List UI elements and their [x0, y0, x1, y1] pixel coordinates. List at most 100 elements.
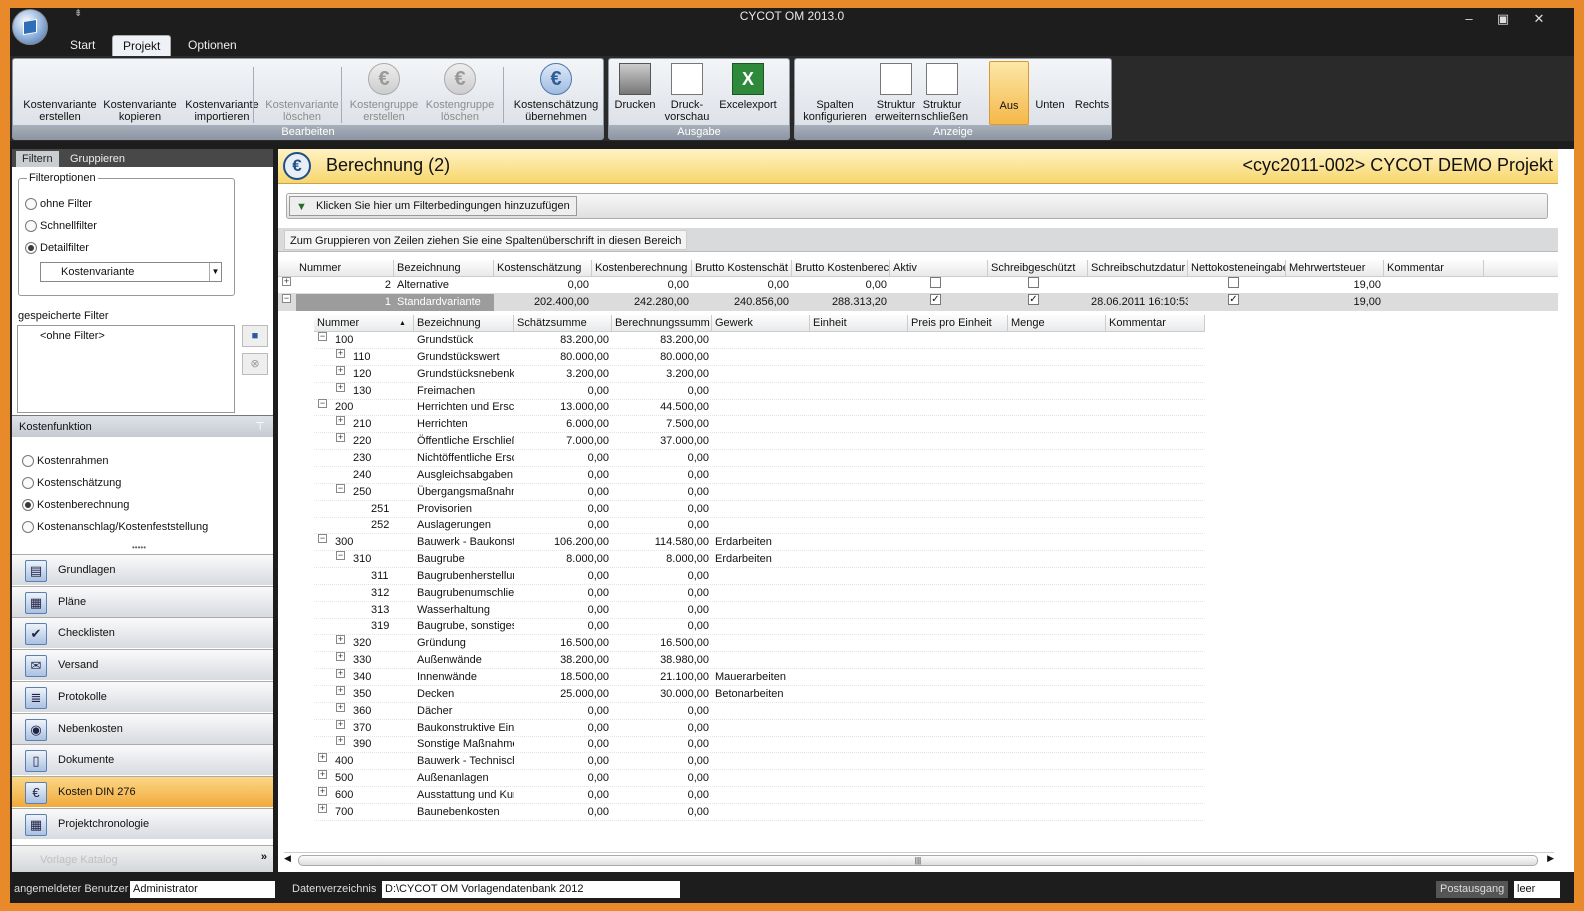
checkbox-aktiv[interactable] — [930, 277, 941, 288]
ribbon-button-kostenvariante-kopieren[interactable]: Kostenvariante kopieren — [101, 61, 179, 206]
column-header-0[interactable]: Nummer — [296, 260, 394, 277]
cost-group-row[interactable]: +500 Außenanlagen 0,00 0,00 — [314, 770, 1205, 788]
group-panel[interactable]: Zum Gruppieren von Zeilen ziehen Sie ein… — [278, 228, 1558, 252]
scroll-right-icon[interactable]: ▶ — [1547, 853, 1554, 864]
cost-group-row[interactable]: +400 Bauwerk - Technische Anlagen 0,00 0,00 — [314, 753, 1205, 771]
column-header-5[interactable]: Brutto Kostenberec — [792, 260, 890, 277]
subgrid-column-header-3[interactable]: Berechnungssumm — [612, 315, 712, 332]
radio-kostenfunktion-1[interactable]: Kostenschätzung — [22, 476, 121, 490]
cost-group-row[interactable]: 230 Nichtöffentliche Erschließung 0,00 0,00 — [314, 450, 1205, 467]
subgrid-column-header-7[interactable]: Menge — [1008, 315, 1106, 332]
ribbon-button-struktur-schließen[interactable]: Struktur schließen — [921, 61, 968, 125]
cost-group-row[interactable]: +360 Dächer 0,00 0,00 — [314, 702, 1205, 720]
ribbon-button-spalten-konfigurieren[interactable]: Spalten konfigurieren — [799, 61, 871, 206]
cost-group-row[interactable]: 312 Baugrubenumschließung 0,00 0,00 — [314, 585, 1205, 602]
expand-icon[interactable]: + — [336, 702, 345, 712]
expand-icon[interactable]: + — [336, 719, 345, 729]
checkbox-netto[interactable]: ✓ — [1228, 294, 1239, 305]
radio-schnellfilter[interactable]: Schnellfilter — [25, 219, 97, 233]
ribbon-button-rechts[interactable]: Rechts — [1071, 61, 1113, 206]
nav-item-protokolle[interactable]: ≣ Protokolle — [12, 680, 273, 712]
nav-item-kosten-din-276[interactable]: € Kosten DIN 276 — [12, 775, 273, 807]
expand-icon[interactable]: + — [318, 770, 327, 780]
ribbon-button-struktur-erweitern[interactable]: Struktur erweitern — [875, 61, 920, 125]
cost-group-row[interactable]: 319 Baugrube, sonstiges 0,00 0,00 — [314, 618, 1205, 636]
ribbon-button-kostenvariante-erstellen[interactable]: Kostenvariante erstellen — [19, 61, 101, 206]
ribbon-button-unten[interactable]: Unten — [1031, 61, 1069, 206]
minimize-icon[interactable]: – — [1456, 12, 1482, 28]
radio-kostenfunktion-0[interactable]: Kostenrahmen — [22, 454, 109, 468]
ribbon-button-drucken[interactable]: Drucken — [613, 61, 657, 125]
variant-row[interactable]: −1 Standardvariante 202.400,00 242.280,00 24… — [278, 294, 1558, 311]
sort-ascending-icon[interactable]: ▲ — [396, 315, 409, 332]
ribbon-button-kostengruppe-erstellen[interactable]: € Kostengruppe erstellen — [347, 61, 421, 125]
expand-icon[interactable]: + — [336, 736, 345, 746]
cost-group-row[interactable]: +130 Freimachen 0,00 0,00 — [314, 382, 1205, 400]
horizontal-scrollbar[interactable]: ◀ ||| ▶ — [284, 852, 1554, 867]
tab-start[interactable]: Start — [60, 35, 105, 56]
cost-group-row[interactable]: +210 Herrichten 6.000,00 7.500,00 — [314, 416, 1205, 434]
ribbon-button-kostenvariante-löschen[interactable]: Kostenvariante löschen — [263, 61, 341, 206]
expand-icon[interactable]: + — [336, 685, 345, 695]
nav-item-nebenkosten[interactable]: ◉ Nebenkosten — [12, 712, 273, 744]
splitter-grip-icon[interactable]: ••••• — [132, 543, 146, 552]
cost-group-row[interactable]: +340 Innenwände 18.500,00 21.100,00 Mauerarb… — [314, 669, 1205, 686]
cost-group-row[interactable]: 311 Baugrubenherstellung 0,00 0,00 — [314, 568, 1205, 585]
cost-group-row[interactable]: +370 Baukonstruktive Einbauten 0,00 0,00 — [314, 719, 1205, 737]
tab-filtern[interactable]: Filtern — [16, 151, 59, 167]
cost-group-row[interactable]: 240 Ausgleichsabgaben 0,00 0,00 — [314, 467, 1205, 484]
ribbon-button-aus[interactable]: Aus — [989, 61, 1029, 207]
add-filter-button[interactable]: ▼ Klicken Sie hier um Filterbedingungen h… — [289, 196, 577, 216]
cost-group-row[interactable]: −250 Übergangsmaßnahmen 0,00 0,00 — [314, 483, 1205, 501]
subgrid-column-header-2[interactable]: Schätzsumme — [514, 315, 612, 332]
collapse-icon[interactable]: − — [282, 294, 291, 303]
tab-gruppieren[interactable]: Gruppieren — [64, 151, 131, 167]
collapse-icon[interactable]: − — [318, 534, 327, 544]
cost-group-row[interactable]: 252 Auslagerungen 0,00 0,00 — [314, 517, 1205, 535]
pin-icon[interactable]: ⊤ — [255, 416, 265, 438]
variant-row[interactable]: +2 Alternative 0,00 0,00 0,00 0,00 19,00 — [278, 277, 1558, 294]
cost-group-row[interactable]: +110 Grundstückswert 80.000,00 80.000,00 — [314, 348, 1205, 366]
delete-filter-icon[interactable]: ⊗ — [242, 353, 268, 375]
checkbox-netto[interactable] — [1228, 277, 1239, 288]
collapse-icon[interactable]: − — [336, 483, 345, 493]
column-header-9[interactable]: Nettokosteneingabe — [1188, 260, 1286, 277]
cost-group-row[interactable]: −100 Grundstück 83.200,00 83.200,00 — [314, 332, 1205, 349]
column-header-1[interactable]: Bezeichnung — [394, 260, 494, 277]
expand-icon[interactable]: + — [336, 669, 345, 678]
app-menu-button[interactable] — [12, 9, 48, 45]
subgrid-column-header-6[interactable]: Preis pro Einheit — [908, 315, 1008, 332]
expand-icon[interactable]: + — [336, 416, 345, 426]
expand-icon[interactable]: + — [336, 433, 345, 443]
radio-kostenfunktion-2[interactable]: Kostenberechnung — [22, 498, 129, 512]
expand-icon[interactable]: + — [318, 803, 327, 813]
nav-item-pläne[interactable]: ▦ Pläne — [12, 585, 273, 617]
nav-item-projektchronologie[interactable]: ▦ Projektchronologie — [12, 807, 273, 839]
subgrid-column-header-1[interactable]: Bezeichnung — [414, 315, 514, 332]
cost-group-row[interactable]: +220 Öffentliche Erschließung 7.000,00 37.0… — [314, 433, 1205, 451]
column-header-2[interactable]: Kostenschätzung — [494, 260, 592, 277]
radio-ohne-filter[interactable]: ohne Filter — [25, 197, 92, 211]
maximize-icon[interactable]: ▣ — [1490, 12, 1516, 28]
column-header-8[interactable]: Schreibschutzdatur — [1088, 260, 1188, 277]
ribbon-button-excelexport[interactable]: X Excelexport — [719, 61, 777, 125]
ribbon-button-druck-vorschau[interactable]: Druck-vorschau — [659, 61, 715, 125]
expand-icon[interactable]: + — [336, 382, 345, 392]
checkbox-sg[interactable] — [1028, 277, 1039, 288]
cost-group-row[interactable]: −310 Baugrube 8.000,00 8.000,00 Erdarbeiten — [314, 551, 1205, 569]
tab-optionen[interactable]: Optionen — [178, 35, 247, 56]
checkbox-aktiv[interactable]: ✓ — [930, 294, 941, 305]
chevron-right-icon[interactable]: » — [261, 851, 267, 863]
collapse-icon[interactable]: − — [336, 551, 345, 561]
scroll-left-icon[interactable]: ◀ — [284, 853, 291, 864]
expand-icon[interactable]: + — [282, 277, 291, 286]
cost-group-row[interactable]: −300 Bauwerk - Baukonstruktionen 106.200,0… — [314, 534, 1205, 552]
cost-group-row[interactable]: +390 Sonstige Maßnahmen 0,00 0,00 — [314, 736, 1205, 754]
collapse-icon[interactable]: − — [318, 332, 327, 341]
expand-icon[interactable]: + — [336, 365, 345, 375]
ribbon-button-kostenvariante-importieren[interactable]: Kostenvariante importieren — [181, 61, 263, 206]
checkbox-sg[interactable]: ✓ — [1028, 294, 1039, 305]
save-filter-icon[interactable]: ■ — [242, 325, 268, 347]
saved-filter-list[interactable]: <ohne Filter> — [17, 325, 235, 413]
close-icon[interactable]: ✕ — [1526, 12, 1552, 28]
